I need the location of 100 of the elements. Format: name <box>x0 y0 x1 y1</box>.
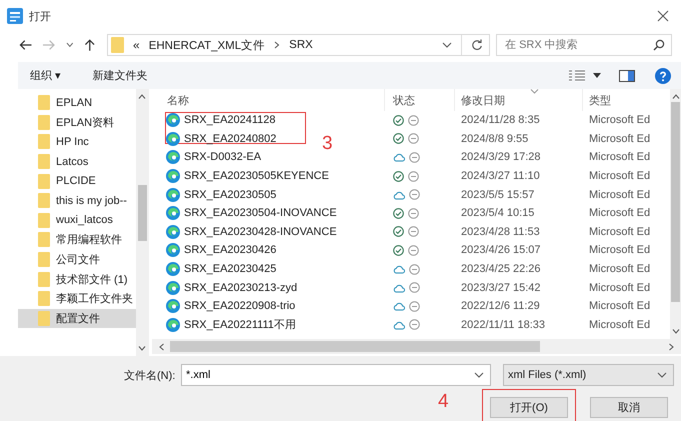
breadcrumb-item[interactable]: SRX <box>289 39 313 51</box>
scroll-down-icon[interactable] <box>138 346 146 351</box>
type-cell-text: Microsoft Ed <box>588 226 652 238</box>
date-cell-text: 2024/8/8 9:55 <box>460 132 530 145</box>
date-cell-text: 2024/3/29 17:28 <box>460 151 542 164</box>
type-cell-text: Microsoft Ed <box>588 318 652 331</box>
blocked-circle-icon <box>408 133 419 144</box>
blocked-circle-icon <box>408 208 419 219</box>
file-name-field[interactable]: *.xml <box>181 364 491 386</box>
folder-item[interactable]: this is my job-- <box>18 190 136 211</box>
horizontal-scrollbar[interactable] <box>152 339 681 354</box>
dropdown-chevron-icon[interactable] <box>442 42 452 48</box>
folder-item[interactable]: wuxi_latcos <box>18 210 136 230</box>
folder-item[interactable]: EPLAN <box>18 93 136 113</box>
date-cell-text: 2023/4/25 22:26 <box>460 263 542 276</box>
folder-item[interactable]: PLCIDE <box>18 171 136 191</box>
edge-file-icon <box>166 206 180 220</box>
date-cell-text: 2023/4/28 11:53 <box>460 226 541 238</box>
edge-file-icon <box>166 318 180 332</box>
file-name: SRX_EA20230425 <box>184 263 276 276</box>
type-cell-text: Microsoft Ed <box>588 300 652 312</box>
folder-item[interactable]: 常用编程软件 <box>18 230 136 250</box>
folder-icon <box>111 37 124 53</box>
cancel-button[interactable]: 取消 <box>590 397 668 418</box>
back-arrow-icon[interactable] <box>19 39 32 51</box>
search-icon[interactable] <box>653 39 666 51</box>
date-cell-text: 2024/3/27 11:10 <box>460 170 541 182</box>
file-type-dropdown[interactable]: xml Files (*.xml) <box>503 364 674 386</box>
file-name: SRX_EA20230505KEYENCE <box>184 170 329 182</box>
folder-icon <box>38 272 50 287</box>
folder-item[interactable]: HP Inc <box>18 132 136 152</box>
blocked-circle-icon <box>409 152 420 163</box>
file-name: SRX_EA20230504-INOVANCE <box>184 207 337 220</box>
preview-pane-icon[interactable] <box>619 70 635 82</box>
blocked-circle-icon <box>408 170 419 182</box>
organize-menu[interactable]: 组织 ▾ <box>24 68 67 83</box>
type-cell-text: Microsoft Ed <box>588 207 652 220</box>
file-name: SRX_EA20241128 <box>184 114 276 126</box>
scroll-up-icon[interactable] <box>138 94 146 99</box>
caret-down-icon[interactable] <box>593 73 601 78</box>
type-cell-text: Microsoft Ed <box>588 170 652 182</box>
dropdown-chevron-icon[interactable] <box>474 372 484 378</box>
dropdown-chevron-icon[interactable] <box>657 372 667 378</box>
folder-item[interactable]: 公司文件 <box>18 250 136 270</box>
folder-icon <box>38 114 50 130</box>
edge-file-icon <box>166 262 180 276</box>
open-button[interactable]: 打开(O) <box>490 397 568 418</box>
chevron-down-icon[interactable] <box>66 42 74 48</box>
overflow-chevrons[interactable]: « <box>133 38 140 52</box>
edge-file-icon <box>166 243 180 258</box>
column-header[interactable]: 修改日期 <box>455 89 583 111</box>
edge-file-icon <box>166 132 180 146</box>
file-name: SRX_EA20230505 <box>184 188 276 201</box>
up-arrow-icon[interactable] <box>84 38 96 52</box>
column-header[interactable]: 状态 <box>385 89 455 111</box>
folder-icon <box>38 310 50 326</box>
scrollbar[interactable] <box>136 89 148 356</box>
blocked-circle-icon <box>408 114 419 126</box>
new-folder-button[interactable]: 新建文件夹 <box>86 68 154 83</box>
folder-item[interactable]: 李颖工作文件夹 <box>18 288 136 309</box>
scrollbar[interactable] <box>670 89 681 339</box>
scroll-right-icon[interactable] <box>669 342 674 350</box>
blocked-circle-icon <box>409 264 420 275</box>
column-header[interactable]: 类型 <box>583 89 670 111</box>
file-name: SRX_EA20240802 <box>184 132 276 145</box>
column-header[interactable]: 名称 <box>152 89 385 111</box>
file-name: SRX_EA20230428-INOVANCE <box>184 226 337 238</box>
view-options-icon[interactable] <box>569 70 585 82</box>
date-cell-text: 2024/11/28 8:35 <box>460 114 541 126</box>
refresh-icon[interactable] <box>471 39 484 51</box>
date-cell-text: 2022/11/11 18:33 <box>460 318 546 331</box>
folder-icon <box>38 193 50 208</box>
scroll-up-icon[interactable] <box>672 94 680 99</box>
scroll-down-icon[interactable] <box>672 329 680 334</box>
scroll-left-icon[interactable] <box>159 342 164 350</box>
blocked-circle-icon <box>409 300 420 312</box>
folder-icon <box>38 134 50 150</box>
blocked-circle-icon <box>408 226 419 238</box>
type-cell-text: Microsoft Ed <box>588 188 652 201</box>
file-name: SRX_EA20230426 <box>184 244 276 256</box>
scrollbar-thumb[interactable] <box>170 341 540 352</box>
blocked-circle-icon <box>409 319 420 330</box>
folder-item[interactable]: 配置文件 <box>18 308 136 328</box>
help-icon[interactable] <box>655 68 671 84</box>
scrollbar-thumb[interactable] <box>138 185 146 241</box>
folder-item[interactable]: EPLAN资料 <box>18 112 136 132</box>
date-cell-text: 2023/3/27 15:42 <box>460 282 542 294</box>
file-name: SRX-D0032-EA <box>184 151 262 164</box>
scrollbar-thumb[interactable] <box>671 102 680 302</box>
address-bar[interactable]: « EHNERCAT_XML文件 SRX <box>107 34 490 56</box>
type-cell-text: Microsoft Ed <box>588 282 652 294</box>
date-cell-text: 2023/5/5 15:57 <box>460 188 536 201</box>
breadcrumb-item[interactable]: EHNERCAT_XML文件 <box>148 38 266 52</box>
close-icon[interactable] <box>657 10 669 22</box>
search-field[interactable]: 在 SRX 中搜索 <box>496 34 672 56</box>
folder-icon <box>38 291 50 306</box>
blocked-circle-icon <box>409 282 420 294</box>
folder-item[interactable]: 技术部文件 (1) <box>18 269 136 289</box>
folder-item[interactable]: Latcos <box>18 152 136 172</box>
edge-file-icon <box>166 113 180 128</box>
